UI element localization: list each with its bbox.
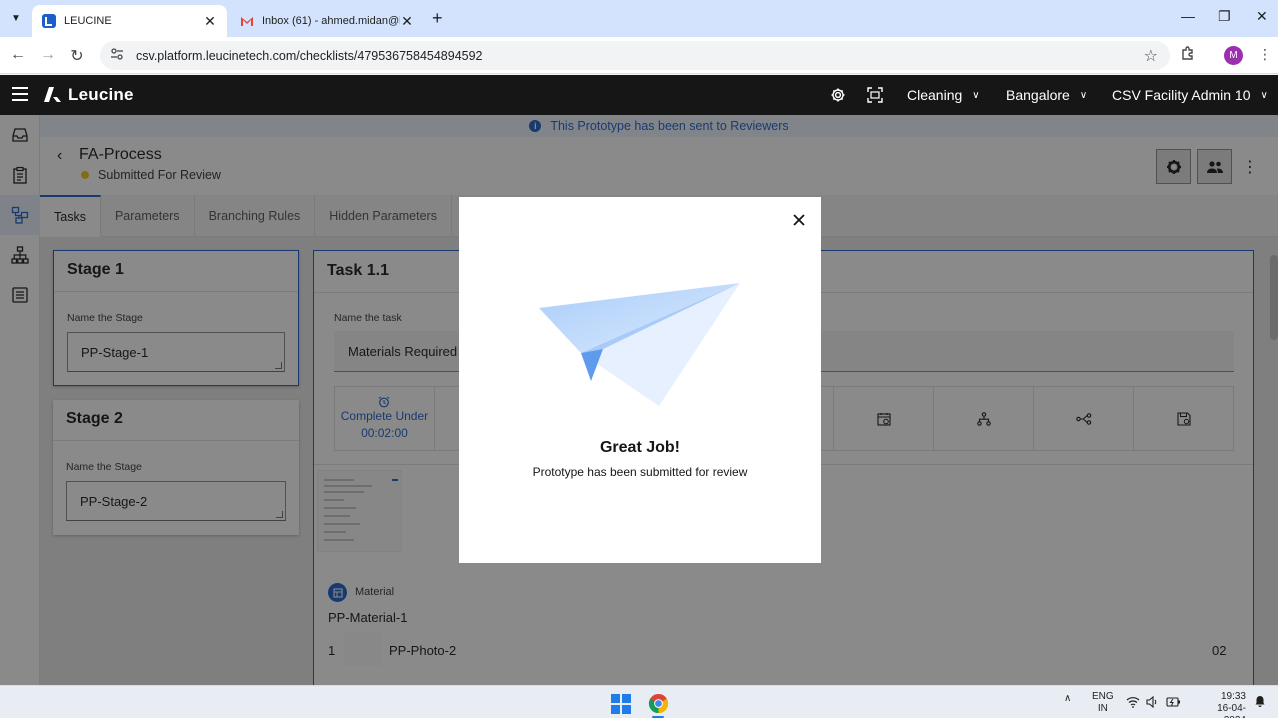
url-omnibox[interactable]: csv.platform.leucinetech.com/checklists/… [100,41,1170,70]
chevron-down-icon: ∨ [1079,89,1088,101]
url-text: csv.platform.leucinetech.com/checklists/… [136,48,483,63]
leucine-logo-icon [44,87,61,102]
chevron-down-icon: ∨ [1260,89,1268,101]
modal-subtitle: Prototype has been submitted for review [532,465,748,479]
tab-search-chevron-icon[interactable]: ▼ [6,8,26,28]
success-modal: Great Job! Prototype has been submitted … [459,197,821,563]
lang-code: ENG [1092,691,1114,702]
chevron-down-icon: ∨ [972,89,980,101]
modal-title: Great Job! [599,439,680,456]
new-tab-button[interactable]: + [432,8,443,29]
user-name: CSV Facility Admin 10 [1112,87,1251,103]
bookmark-star-icon[interactable]: ☆ [1144,46,1158,66]
clock-date: 16-04-2024 [1217,703,1246,718]
brand-name: Leucine [68,85,134,104]
profile-avatar[interactable]: M [1224,46,1243,65]
back-arrow-icon[interactable]: ← [8,46,28,64]
browser-menu-icon[interactable]: ⋮ [1258,46,1272,63]
browser-tab-gmail[interactable]: Inbox (61) - ahmed.midan@leu ✕ [230,5,424,37]
facility-select[interactable]: Bangalore ∨ [1006,87,1087,103]
use-case-value: Cleaning [907,87,963,103]
tab-close-icon[interactable]: ✕ [400,13,414,30]
tray-chevron-up-icon[interactable]: ∧ [1064,693,1071,704]
extensions-puzzle-icon[interactable] [1180,46,1196,66]
windows-start-icon[interactable] [611,694,631,714]
reload-icon[interactable]: ↻ [67,46,87,66]
user-menu[interactable]: CSV Facility Admin 10 ∨ [1112,87,1268,103]
wifi-icon[interactable] [1126,696,1140,708]
browser-tab-leucine[interactable]: LEUCINE ✕ [32,5,227,37]
maximize-icon[interactable]: ❐ [1218,8,1231,25]
leucine-favicon-icon [42,14,56,28]
paper-plane-icon [539,283,740,406]
site-settings-icon[interactable] [110,48,126,63]
system-clock[interactable]: 19:33 16-04-2024 [1196,691,1246,718]
address-bar: ← → ↻ csv.platform.leucinetech.com/check… [0,37,1278,74]
scanner-icon[interactable] [867,87,883,103]
speaker-icon[interactable] [1146,696,1158,708]
app-header: Leucine Cleaning ∨ Bangalore ∨ CSV Facil… [0,75,1278,115]
input-language[interactable]: ENG IN [1092,691,1114,715]
hamburger-menu-icon[interactable] [12,87,28,101]
tab-close-icon[interactable]: ✕ [203,13,217,30]
window-close-icon[interactable]: ✕ [1256,8,1268,25]
notification-bell-icon[interactable] [1254,695,1266,707]
settings-gear-icon[interactable] [830,87,846,103]
browser-tab-bar: ▼ LEUCINE ✕ Inbox (61) - ahmed.midan@leu… [0,0,1278,37]
brand-logo[interactable]: Leucine [42,85,134,105]
os-taskbar: ∧ ENG IN 19:33 16-04-2024 [0,685,1278,718]
tab-title: LEUCINE [64,15,112,27]
facility-value: Bangalore [1006,87,1070,103]
use-case-select[interactable]: Cleaning ∨ [907,87,980,103]
clock-time: 19:33 [1220,691,1246,702]
modal-close-icon[interactable] [789,210,809,230]
chrome-taskbar-icon[interactable] [648,693,669,714]
tab-title: Inbox (61) - ahmed.midan@leu [262,15,400,27]
gmail-favicon-icon [240,14,254,28]
minimize-icon[interactable]: — [1181,8,1195,24]
battery-icon[interactable] [1166,696,1181,708]
forward-arrow-icon[interactable]: → [38,46,58,64]
lang-region: IN [1097,703,1108,714]
